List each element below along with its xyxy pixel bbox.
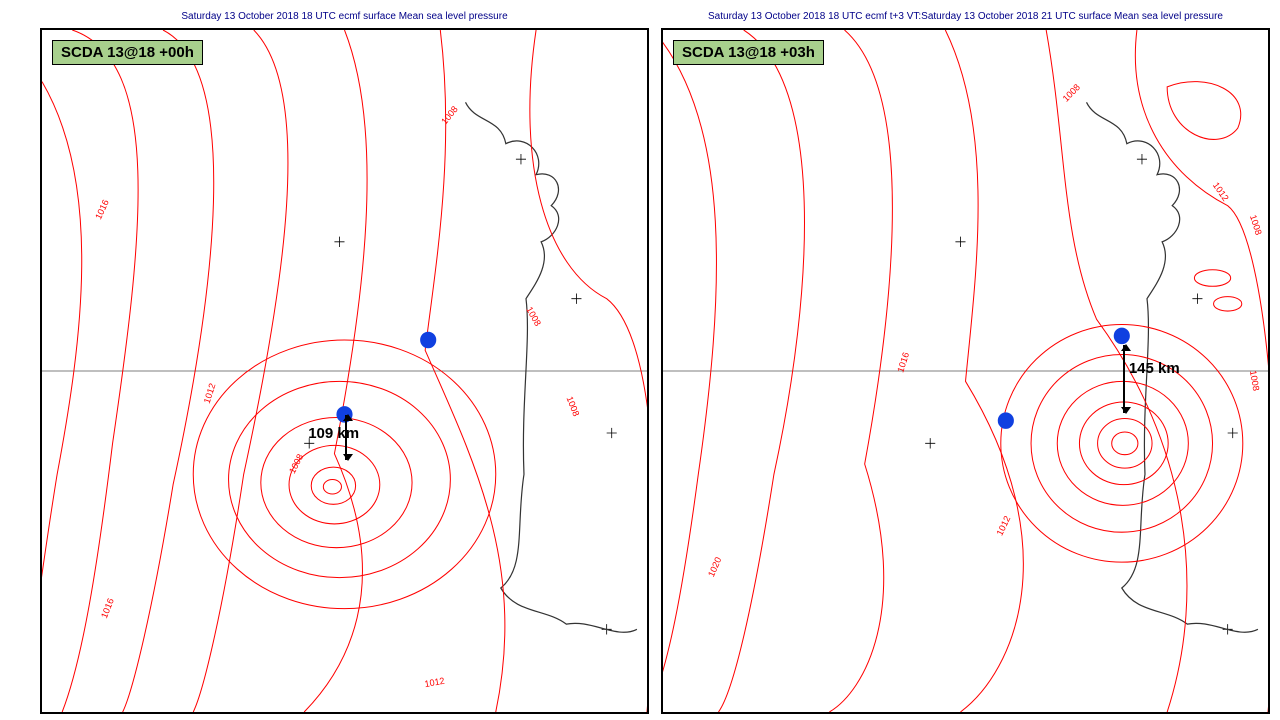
svg-text:1016: 1016 [99, 597, 116, 620]
svg-text:1012: 1012 [424, 676, 446, 690]
svg-text:1008: 1008 [565, 395, 582, 418]
svg-text:1008: 1008 [1248, 370, 1261, 392]
svg-text:1008: 1008 [287, 452, 305, 475]
coastline-icon [466, 102, 637, 632]
left-forecast-label: SCDA 13@18 +00h [52, 40, 203, 65]
right-panel: Saturday 13 October 2018 18 UTC ecmf t+3… [661, 6, 1270, 714]
left-distance-label: 109 km [308, 425, 359, 442]
right-map-frame: SCDA 13@18 +03h N 40°N [661, 28, 1270, 714]
svg-text:1008: 1008 [1248, 213, 1264, 236]
right-distance-label: 145 km [1129, 360, 1180, 377]
obs-dot [1114, 328, 1130, 345]
svg-text:1016: 1016 [93, 198, 110, 221]
plus-marks [304, 154, 617, 635]
right-panel-title: Saturday 13 October 2018 18 UTC ecmf t+3… [661, 6, 1270, 28]
svg-text:1012: 1012 [995, 514, 1013, 537]
panel-container: Saturday 13 October 2018 18 UTC ecmf sur… [0, 0, 1280, 720]
svg-text:1008: 1008 [1061, 82, 1082, 104]
svg-text:1008: 1008 [439, 104, 460, 126]
svg-text:1020: 1020 [706, 556, 723, 579]
obs-dot [420, 332, 436, 349]
left-map-frame: SCDA 13@18 +00h 40°N [40, 28, 649, 714]
right-forecast-label: SCDA 13@18 +03h [673, 40, 824, 65]
contour-labels: 1020 1016 1012 1012 1008 1008 1008 [706, 82, 1263, 578]
left-map-svg: 1016 1016 1012 1012 1008 1008 1008 1008 [42, 30, 647, 712]
obs-dot [998, 412, 1014, 429]
contour-labels: 1016 1016 1012 1012 1008 1008 1008 1008 [93, 104, 581, 689]
left-panel-title: Saturday 13 October 2018 18 UTC ecmf sur… [40, 6, 649, 28]
svg-text:1012: 1012 [202, 382, 218, 405]
distance-arrow-icon [1123, 345, 1125, 413]
svg-text:1016: 1016 [895, 351, 911, 374]
svg-text:1012: 1012 [1211, 180, 1231, 203]
left-panel: Saturday 13 October 2018 18 UTC ecmf sur… [40, 6, 649, 714]
plus-marks [925, 154, 1238, 635]
